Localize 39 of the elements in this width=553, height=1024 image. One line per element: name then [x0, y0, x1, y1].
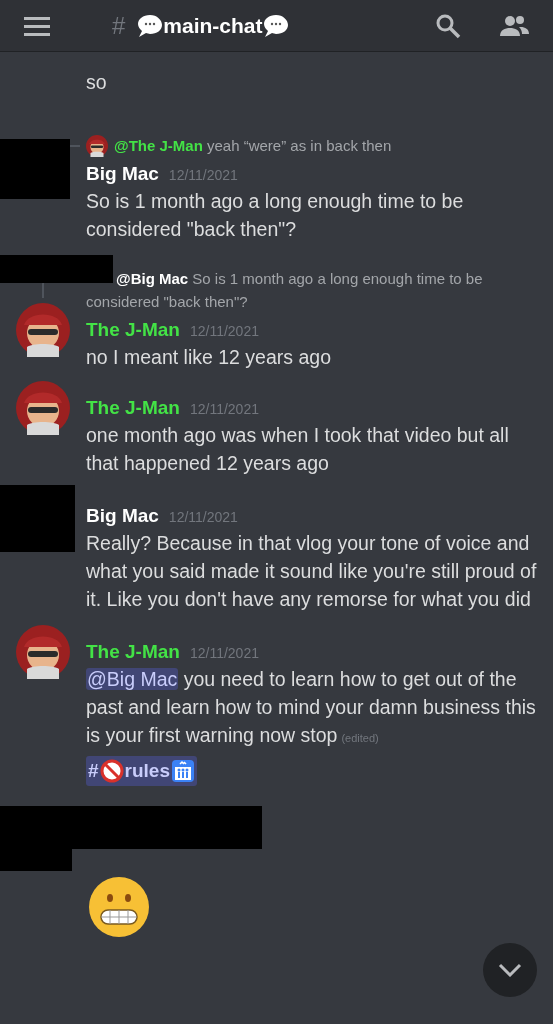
user-avatar — [16, 625, 70, 679]
user-mention[interactable]: @Big Mac — [86, 668, 179, 690]
message-timestamp: 12/11/2021 — [189, 322, 259, 341]
author-name[interactable]: Big Mac — [86, 161, 159, 187]
message-timestamp: 12/11/2021 — [168, 166, 238, 185]
search-icon[interactable] — [435, 12, 461, 39]
message-timestamp: 12/11/2021 — [168, 508, 238, 527]
message-text: one month ago was when I took that video but all that happened 12 years ago — [86, 423, 510, 476]
reply-mention[interactable]: @Big Mac — [116, 270, 189, 287]
message-text: no I meant like 12 years ago — [86, 345, 332, 370]
author-name[interactable]: Big Mac — [86, 503, 159, 529]
channel-link[interactable]: # rules — [86, 756, 197, 786]
chevron-down-icon — [498, 963, 522, 977]
author-name[interactable]: The J-Man — [86, 317, 180, 343]
redaction-block — [0, 139, 70, 199]
message-timestamp: 12/11/2021 — [189, 400, 259, 419]
reply-preview[interactable]: @The J-Man yeah “were” as in back then — [114, 134, 392, 157]
members-icon[interactable] — [499, 13, 529, 38]
message-timestamp: 12/11/2021 — [189, 644, 259, 663]
reply-preview[interactable]: @Big Mac So is 1 month ago a long enough time to be considered "back then"? — [86, 267, 537, 313]
message-text: So is 1 month ago a long enough time to be considered "back then"? — [86, 189, 465, 242]
user-avatar — [16, 381, 70, 435]
grimacing-face-icon — [88, 876, 150, 938]
speech-bubble-icon — [262, 12, 289, 39]
channel-hash: # — [112, 10, 126, 41]
user-avatar — [16, 303, 70, 357]
author-name[interactable]: The J-Man — [86, 395, 180, 421]
message-text: so — [85, 70, 108, 95]
author-name[interactable]: The J-Man — [86, 639, 180, 665]
scroll-down-button[interactable] — [483, 943, 537, 997]
message-text: Really? Because in that vlog your tone of voice and what you said made it sound like you're still proud of it. Like you don't have any remorse for what you did — [86, 531, 537, 612]
channel-title: main-chat — [163, 12, 263, 39]
reply-mention[interactable]: @The J-Man — [114, 137, 203, 154]
no-under-eighteen-icon — [99, 759, 124, 783]
menu-icon[interactable] — [24, 15, 50, 36]
reply-avatar — [86, 134, 108, 157]
message-text: @Big Mac you need to learn how to get out of the past and learn how to mind your damn business this is your first warning now stop (edited) — [86, 667, 537, 748]
speech-bubble-icon — [137, 12, 164, 39]
elevator-icon — [171, 759, 195, 783]
